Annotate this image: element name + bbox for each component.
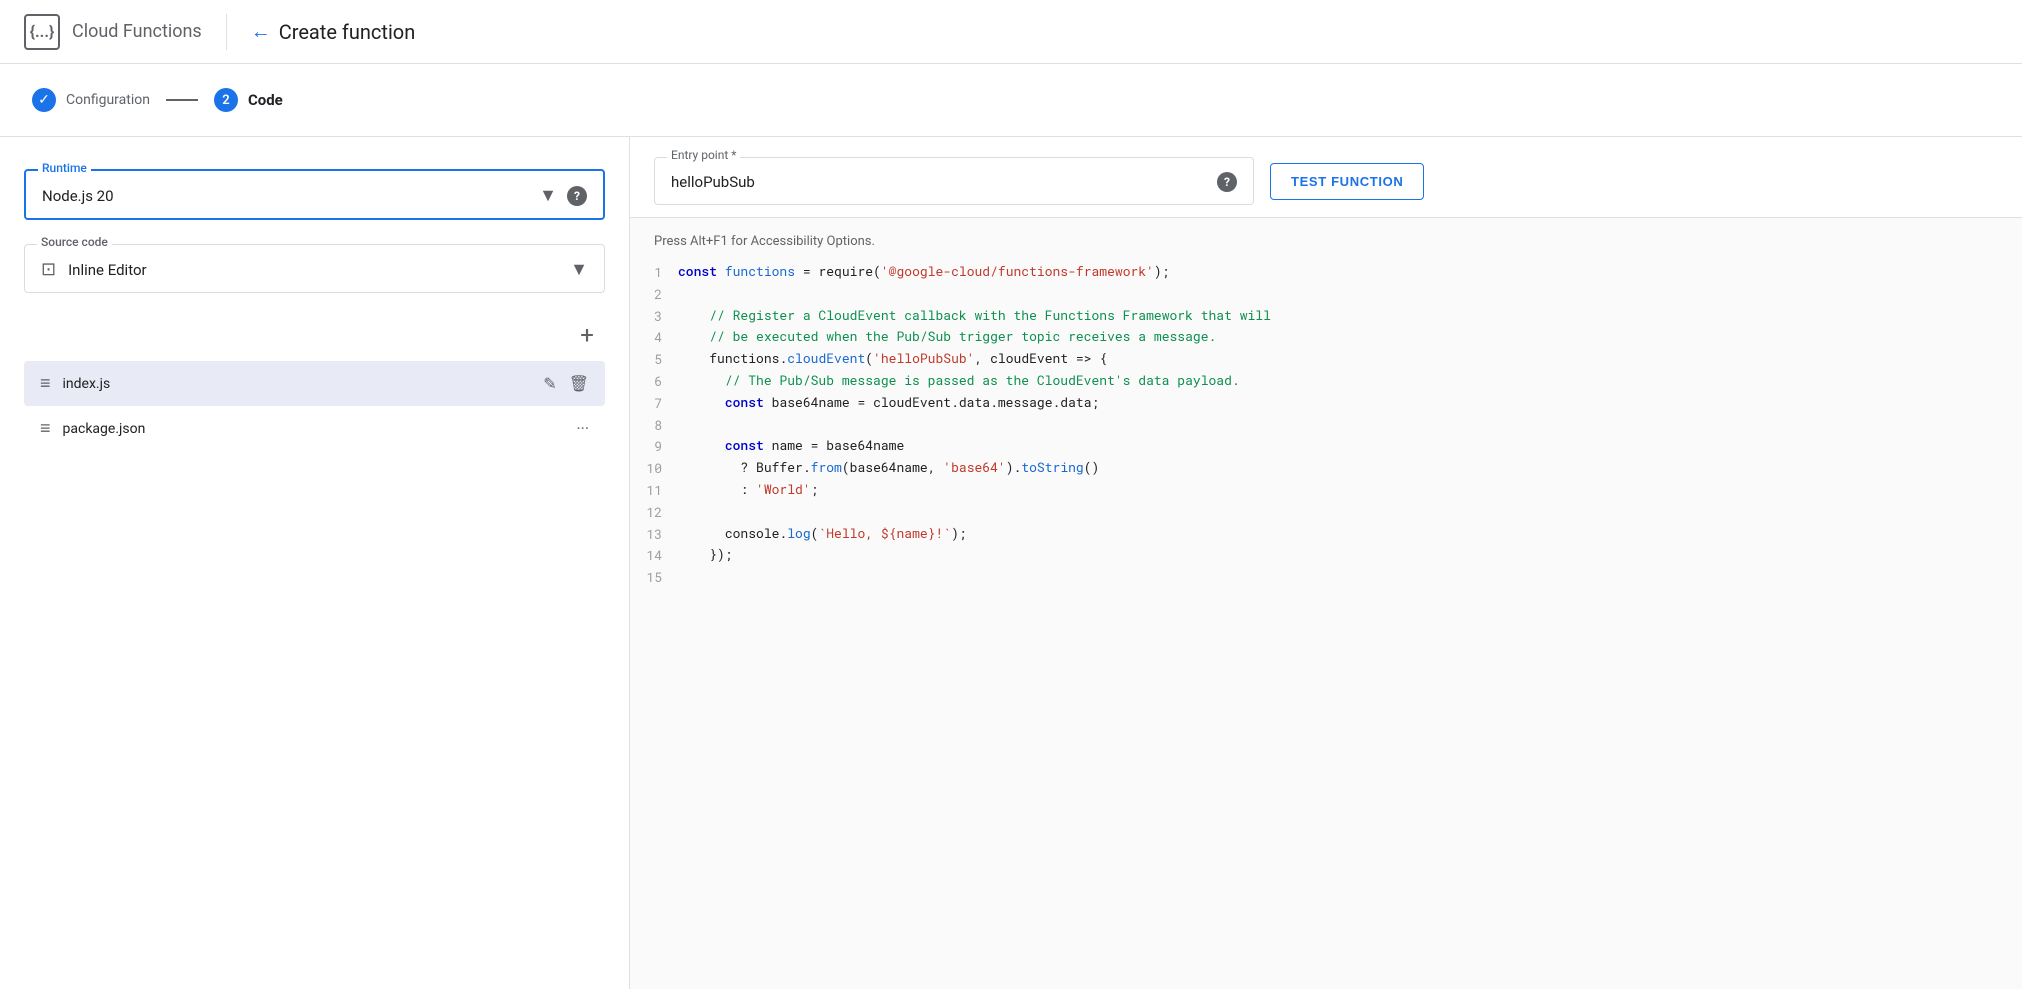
source-code-fieldset: Source code ⊡ Inline Editor ▼ [24, 244, 605, 293]
code-line-7: 7 const base64name = cloudEvent.data.mes… [630, 392, 2022, 414]
header-nav: ← Create function [251, 19, 416, 44]
entry-point-help-icon[interactable]: ? [1217, 172, 1237, 192]
accessibility-hint: Press Alt+F1 for Accessibility Options. [630, 226, 2022, 261]
code-line-3: 3 // Register a CloudEvent callback with… [630, 305, 2022, 327]
entry-point-fieldset: Entry point * helloPubSub ? [654, 157, 1254, 205]
step-line [166, 99, 198, 101]
step-2-label: Code [248, 91, 283, 109]
file-icon-package: ≡ [40, 418, 51, 439]
file-more-options[interactable]: ··· [576, 419, 589, 438]
runtime-help-icon[interactable]: ? [567, 186, 587, 206]
code-line-14: 14 }); [630, 544, 2022, 566]
code-line-2: 2 [630, 283, 2022, 305]
file-name-index: index.js [63, 376, 532, 392]
file-name-package: package.json [63, 421, 565, 437]
back-arrow[interactable]: ← [251, 19, 271, 44]
code-line-13: 13 console.log(`Hello, ${name}!`); [630, 523, 2022, 545]
source-code-value: Inline Editor [68, 261, 558, 279]
product-name: Cloud Functions [72, 21, 202, 42]
source-code-label: Source code [37, 235, 112, 249]
code-line-1: 1 const functions = require('@google-clo… [630, 261, 2022, 283]
entry-point-label: Entry point * [667, 148, 740, 162]
step-1-check: ✓ [32, 88, 56, 112]
runtime-label: Runtime [38, 161, 91, 175]
step-1: ✓ Configuration [32, 88, 150, 112]
code-line-9: 9 const name = base64name [630, 435, 2022, 457]
stepper: ✓ Configuration 2 Code [0, 64, 2022, 137]
add-file-button[interactable]: + [569, 317, 605, 353]
code-line-12: 12 [630, 501, 2022, 523]
right-panel: Entry point * helloPubSub ? TEST FUNCTIO… [630, 137, 2022, 989]
step-1-label: Configuration [66, 92, 150, 108]
file-actions-package: ··· [576, 419, 589, 438]
product-logo: {...} Cloud Functions [24, 14, 202, 50]
source-dropdown-icon[interactable]: ▼ [570, 259, 588, 280]
entry-point-group: Entry point * helloPubSub ? [654, 157, 1254, 205]
delete-file-button[interactable]: 🗑 [569, 374, 589, 393]
step-2: 2 Code [214, 88, 283, 112]
step-2-num: 2 [214, 88, 238, 112]
file-actions-index: ✎ 🗑 [543, 374, 589, 393]
code-line-8: 8 [630, 414, 2022, 436]
code-line-5: 5 functions.cloudEvent('helloPubSub', cl… [630, 348, 2022, 370]
inline-editor-icon: ⊡ [41, 259, 56, 280]
file-item-index-js[interactable]: ≡ index.js ✎ 🗑 [24, 361, 605, 406]
file-list: ≡ index.js ✎ 🗑 ≡ package.json ··· [24, 361, 605, 451]
main-content: Runtime Node.js 20 ▼ ? Source code ⊡ Inl… [0, 137, 2022, 989]
left-panel: Runtime Node.js 20 ▼ ? Source code ⊡ Inl… [0, 137, 630, 989]
runtime-group: Runtime Node.js 20 ▼ ? [24, 169, 605, 220]
code-line-4: 4 // be executed when the Pub/Sub trigge… [630, 326, 2022, 348]
file-item-package-json[interactable]: ≡ package.json ··· [24, 406, 605, 451]
runtime-row: Node.js 20 ▼ ? [42, 171, 587, 206]
runtime-value: Node.js 20 [42, 187, 539, 205]
code-line-15: 15 [630, 566, 2022, 588]
code-editor[interactable]: 1 const functions = require('@google-clo… [630, 261, 2022, 588]
source-code-row: ⊡ Inline Editor ▼ [41, 245, 588, 280]
code-line-6: 6 // The Pub/Sub message is passed as th… [630, 370, 2022, 392]
runtime-fieldset: Runtime Node.js 20 ▼ ? [24, 169, 605, 220]
header: {...} Cloud Functions ← Create function [0, 0, 2022, 64]
runtime-dropdown-icon[interactable]: ▼ [539, 185, 557, 206]
header-divider [226, 14, 227, 50]
right-top-bar: Entry point * helloPubSub ? TEST FUNCTIO… [630, 137, 2022, 217]
entry-point-value: helloPubSub [671, 173, 1207, 191]
editor-area[interactable]: Press Alt+F1 for Accessibility Options. … [630, 217, 2022, 989]
code-line-10: 10 ? Buffer.from(base64name, 'base64').t… [630, 457, 2022, 479]
file-icon-index: ≡ [40, 373, 51, 394]
logo-icon: {...} [24, 14, 60, 50]
code-line-11: 11 : 'World'; [630, 479, 2022, 501]
page-title: Create function [279, 20, 416, 44]
add-file-area: + [24, 309, 605, 361]
test-function-button[interactable]: TEST FUNCTION [1270, 163, 1424, 200]
edit-file-button[interactable]: ✎ [543, 374, 556, 393]
entry-point-row: helloPubSub ? [671, 158, 1237, 192]
